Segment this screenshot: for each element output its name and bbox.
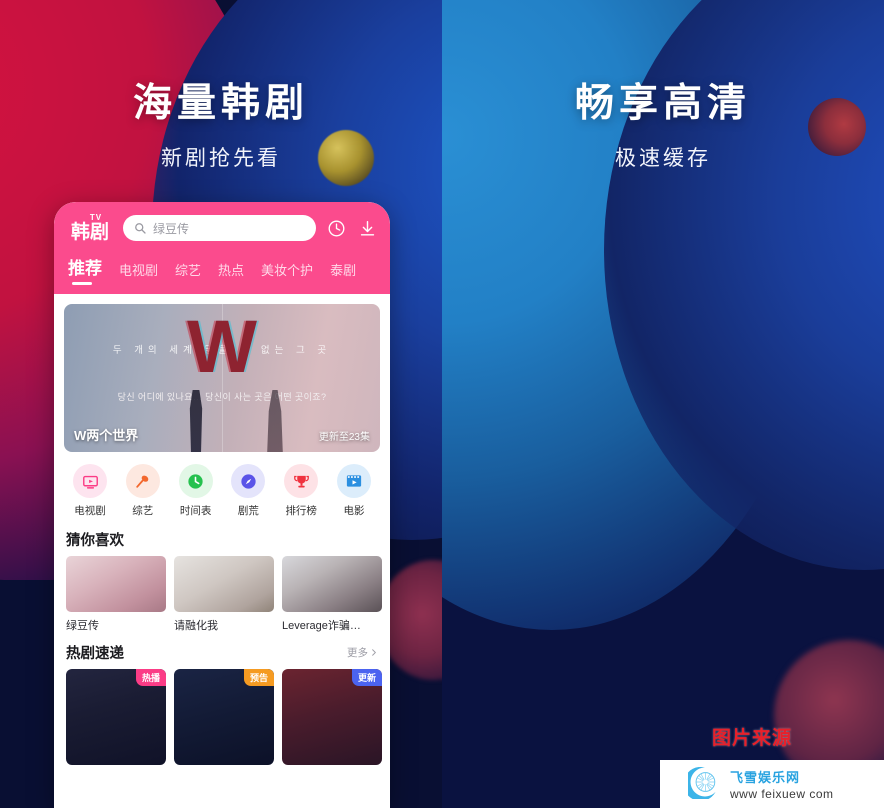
card-title: Leverage诈骗… bbox=[282, 620, 361, 632]
left-headline-group: 海量韩剧 新剧抢先看 bbox=[0, 72, 442, 172]
search-input[interactable]: 绿豆传 bbox=[123, 215, 316, 241]
left-promo-panel: 海量韩剧 新剧抢先看 TV 韩剧 绿豆传 推荐 电视剧 综艺 热点 美妆个护 泰… bbox=[0, 0, 442, 808]
site-watermark: 飞雪娱乐网 www feixuew com bbox=[660, 760, 884, 808]
logo-text: 韩剧 bbox=[70, 222, 109, 243]
watermark-brand: 飞雪娱乐网 bbox=[730, 770, 801, 785]
category-label: 综艺 bbox=[132, 505, 154, 517]
category-label: 电影 bbox=[343, 505, 365, 517]
compass-icon bbox=[231, 464, 266, 498]
tv-play-icon bbox=[73, 464, 107, 498]
left-subheadline: 新剧抢先看 bbox=[161, 147, 281, 170]
list-item[interactable]: 绿豆传 bbox=[66, 556, 166, 633]
search-value: 绿豆传 bbox=[153, 221, 190, 236]
category-label: 电视剧 bbox=[74, 505, 106, 517]
right-headline: 畅享高清 bbox=[574, 82, 751, 125]
watermark-url: www feixuew com bbox=[730, 787, 834, 801]
more-label: 更多 bbox=[347, 647, 368, 659]
section-title: 热剧速递 bbox=[66, 646, 124, 662]
hot-section-header: 热剧速递 更多 bbox=[54, 633, 390, 669]
clock-icon bbox=[178, 464, 213, 498]
microphone-icon bbox=[125, 464, 160, 498]
right-headline-group: 畅享高清 极速缓存 bbox=[442, 72, 884, 172]
hot-tile-row: 热播 预告 更新 bbox=[54, 669, 390, 765]
section-title: 猜你喜欢 bbox=[66, 533, 124, 549]
trophy-icon bbox=[284, 464, 319, 498]
right-promo-panel: 畅享高清 极速缓存 TV bbox=[442, 0, 884, 808]
card-title: 绿豆传 bbox=[66, 620, 99, 632]
category-explore[interactable]: 剧荒 bbox=[226, 464, 270, 518]
featured-banner[interactable]: 두 개의 세계 닿을 수 없는 그 곳 W 당신 어디에 있나요… 당신이 사는… bbox=[64, 304, 380, 452]
list-item[interactable]: 请融化我 bbox=[174, 556, 274, 633]
compass-logo-icon bbox=[683, 765, 722, 804]
category-variety[interactable]: 综艺 bbox=[121, 464, 165, 518]
app-body: 두 개의 세계 닿을 수 없는 그 곳 W 당신 어디에 있나요… 당신이 사는… bbox=[54, 304, 390, 765]
poster-thumbnail bbox=[174, 556, 274, 612]
poster-thumbnail bbox=[282, 556, 382, 612]
chevron-right-icon bbox=[372, 649, 377, 656]
watermark-text-group: 飞雪娱乐网 www feixuew com bbox=[730, 767, 834, 801]
list-item[interactable]: 预告 bbox=[174, 669, 274, 765]
category-tv-drama[interactable]: 电视剧 bbox=[68, 464, 112, 518]
list-item[interactable]: 热播 bbox=[66, 669, 166, 765]
promo-screenshot: 海量韩剧 新剧抢先看 TV 韩剧 绿豆传 推荐 电视剧 综艺 热点 美妆个护 泰… bbox=[0, 0, 884, 808]
banner-korean-subtitle: 당신 어디에 있나요… 당신이 사는 곳은 어떤 곳이죠? bbox=[117, 392, 327, 402]
tab-variety[interactable]: 综艺 bbox=[175, 260, 201, 287]
list-item[interactable]: 更新 bbox=[282, 669, 382, 765]
category-schedule[interactable]: 时间表 bbox=[174, 464, 218, 518]
tab-beauty[interactable]: 美妆个护 bbox=[261, 260, 313, 287]
app-header: TV 韩剧 绿豆传 推荐 电视剧 综艺 热点 美妆个护 泰剧 bbox=[54, 202, 390, 294]
left-headline: 海量韩剧 bbox=[132, 82, 309, 125]
banner-logo-letter: W bbox=[187, 305, 257, 388]
status-badge: 更新 bbox=[351, 669, 382, 686]
tab-hotspot[interactable]: 热点 bbox=[218, 260, 244, 287]
category-ranking[interactable]: 排行榜 bbox=[279, 464, 323, 518]
status-badge: 热播 bbox=[135, 669, 166, 686]
guess-card-row: 绿豆传 请融化我 Leverage诈骗… 浪 bbox=[54, 556, 390, 633]
clock-icon[interactable] bbox=[325, 217, 347, 239]
card-title: 请融化我 bbox=[174, 620, 218, 632]
source-overlay-text: 图片来源 bbox=[711, 728, 792, 749]
tab-tv-drama[interactable]: 电视剧 bbox=[119, 260, 158, 287]
download-icon[interactable] bbox=[356, 217, 378, 239]
list-item[interactable]: Leverage诈骗… bbox=[282, 556, 382, 633]
category-label: 时间表 bbox=[179, 505, 212, 517]
poster-thumbnail bbox=[66, 556, 166, 612]
search-icon bbox=[134, 222, 146, 234]
right-subheadline: 极速缓存 bbox=[615, 147, 711, 170]
banner-title: W两个世界 bbox=[74, 428, 139, 443]
guess-section-header: 猜你喜欢 bbox=[54, 520, 390, 556]
header-top-row: TV 韩剧 绿豆传 bbox=[66, 214, 378, 242]
status-badge: 预告 bbox=[243, 669, 274, 686]
category-label: 剧荒 bbox=[237, 505, 259, 517]
category-movie[interactable]: 电影 bbox=[332, 464, 376, 518]
tab-thai-drama[interactable]: 泰剧 bbox=[330, 260, 356, 287]
banner-episode-status: 更新至23集 bbox=[318, 432, 370, 443]
app-logo: TV 韩剧 bbox=[66, 213, 114, 243]
left-phone-mockup: TV 韩剧 绿豆传 推荐 电视剧 综艺 热点 美妆个护 泰剧 두 개의 세계 닿… bbox=[54, 202, 390, 808]
quick-category-row: 电视剧 综艺 时间表 剧荒 排行榜 电影 bbox=[54, 452, 390, 520]
logo-tv-superscript: TV bbox=[89, 213, 103, 222]
tab-recommend[interactable]: 推荐 bbox=[68, 254, 102, 287]
more-link[interactable]: 更多 bbox=[347, 645, 378, 660]
category-label: 排行榜 bbox=[285, 505, 317, 517]
category-tabs: 推荐 电视剧 综艺 热点 美妆个护 泰剧 bbox=[66, 254, 378, 287]
film-icon bbox=[336, 464, 371, 498]
